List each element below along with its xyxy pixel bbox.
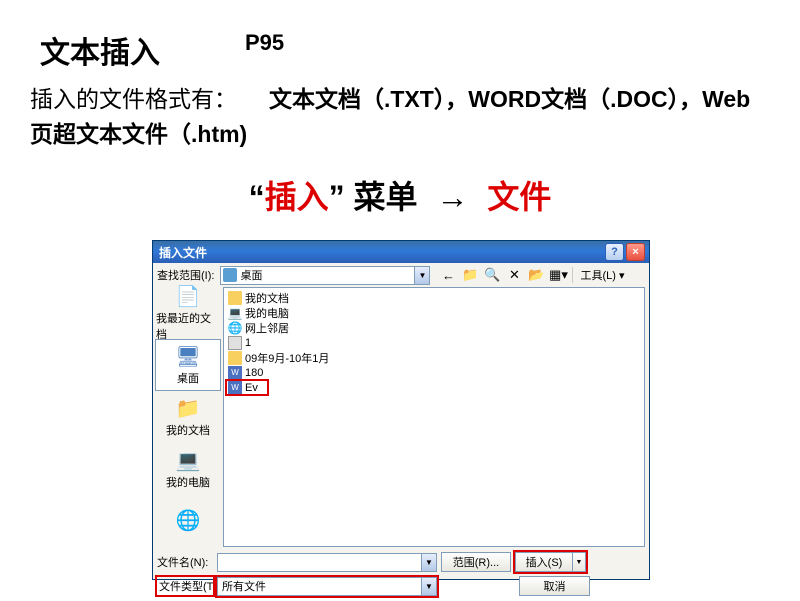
filename-label: 文件名(N): <box>157 554 213 570</box>
place-recent[interactable]: 📄 我最近的文档 <box>155 287 221 339</box>
insert-button[interactable]: 插入(S) ▼ <box>515 552 586 572</box>
dialog-body: 查找范围(I): 桌面 ▼ ← 📁 🔍 ✕ 📂 ▦▾ 工具(L) ▾ 📄 我最近… <box>153 263 649 579</box>
network-icon: 🌐 <box>228 321 242 335</box>
filetype-row: 文件类型(T): 所有文件 ▼ 取消 <box>157 574 645 598</box>
bottom-controls: 文件名(N): ▼ 范围(R)... 插入(S) ▼ 文件类型(T): 所有文件… <box>153 547 649 601</box>
network-icon: 🌐 <box>174 508 202 532</box>
page-ref: P95 <box>245 30 284 56</box>
desktop-place-icon: 🖥 <box>174 344 202 368</box>
file-item[interactable]: 🌐网上邻居 <box>226 320 642 335</box>
folder-icon <box>228 351 242 365</box>
views-button[interactable]: ▦▾ <box>548 265 568 285</box>
place-computer[interactable]: 💻 我的电脑 <box>155 443 221 495</box>
file-item[interactable]: 我的文档 <box>226 290 642 305</box>
help-button[interactable]: ? <box>605 243 624 261</box>
recent-icon: 📄 <box>174 284 202 308</box>
delete-button[interactable]: ✕ <box>504 265 524 285</box>
file-item[interactable]: 1 <box>226 335 642 350</box>
cancel-button[interactable]: 取消 <box>519 576 590 596</box>
back-button[interactable]: ← <box>438 265 458 285</box>
file-item[interactable]: W180 <box>226 365 642 380</box>
txt-icon <box>228 336 242 350</box>
dropdown-arrow-icon: ▼ <box>421 578 436 595</box>
place-label: 我的电脑 <box>166 474 210 490</box>
menu-label: 菜单 <box>354 179 418 215</box>
place-desktop[interactable]: 🖥 桌面 <box>155 339 221 391</box>
computer-icon: 💻 <box>174 448 202 472</box>
close-button[interactable]: × <box>626 243 645 261</box>
doc-icon: W <box>228 366 242 380</box>
dropdown-arrow-icon: ▼ <box>421 554 436 571</box>
desc-prefix: 插入的文件格式有： <box>30 86 237 112</box>
places-bar: 📄 我最近的文档 🖥 桌面 📁 我的文档 💻 我的电脑 🌐 <box>153 287 223 547</box>
place-label: 桌面 <box>177 370 199 386</box>
arrow-icon: → <box>436 179 468 215</box>
toolbar: 查找范围(I): 桌面 ▼ ← 📁 🔍 ✕ 📂 ▦▾ 工具(L) ▾ <box>153 263 649 287</box>
range-button[interactable]: 范围(R)... <box>441 552 511 572</box>
newfolder-button[interactable]: 📂 <box>526 265 546 285</box>
folder-icon: 📁 <box>174 396 202 420</box>
insert-dropdown-icon[interactable]: ▼ <box>573 552 586 572</box>
up-button[interactable]: 📁 <box>460 265 480 285</box>
file-list[interactable]: 我的文档 💻我的电脑 🌐网上邻居 1 09年9月-10年1月 W180 WEv <box>223 287 645 547</box>
place-mydocs[interactable]: 📁 我的文档 <box>155 391 221 443</box>
filetype-dropdown[interactable]: 所有文件 ▼ <box>217 577 437 596</box>
tools-menu[interactable]: 工具(L) ▾ <box>577 267 627 283</box>
file-item[interactable]: 💻我的电脑 <box>226 305 642 320</box>
quote-left: “ <box>249 179 265 215</box>
search-button[interactable]: 🔍 <box>482 265 502 285</box>
menu-file: 文件 <box>487 179 551 215</box>
filename-row: 文件名(N): ▼ 范围(R)... 插入(S) ▼ <box>157 550 645 574</box>
doc-icon: W <box>228 381 242 395</box>
file-item[interactable]: 09年9月-10年1月 <box>226 350 642 365</box>
filetype-value: 所有文件 <box>222 578 266 594</box>
main-area: 📄 我最近的文档 🖥 桌面 📁 我的文档 💻 我的电脑 🌐 <box>153 287 649 547</box>
file-item-highlighted[interactable]: WEv <box>226 380 268 395</box>
computer-icon: 💻 <box>228 306 242 320</box>
menu-insert: 插入 <box>265 179 329 215</box>
lookin-dropdown[interactable]: 桌面 ▼ <box>220 266 430 285</box>
lookin-value: 桌面 <box>240 267 262 283</box>
filename-input[interactable]: ▼ <box>217 553 437 572</box>
insert-button-main[interactable]: 插入(S) <box>515 552 573 572</box>
place-label: 我的文档 <box>166 422 210 438</box>
place-label: 我最近的文档 <box>156 310 220 342</box>
slide-title: 文本插入 <box>40 28 160 72</box>
filetype-label: 文件类型(T): <box>157 577 213 595</box>
folder-icon <box>228 291 242 305</box>
description: 插入的文件格式有： 文本文档（.TXT），WORD文档（.DOC），Web页超文… <box>30 82 770 151</box>
insert-file-dialog: 插入文件 ? × 查找范围(I): 桌面 ▼ ← 📁 🔍 ✕ 📂 ▦▾ 工具(L… <box>152 240 650 580</box>
dialog-title: 插入文件 <box>159 244 603 261</box>
dialog-titlebar[interactable]: 插入文件 ? × <box>153 241 649 263</box>
separator <box>572 267 573 283</box>
dropdown-arrow-icon: ▼ <box>414 267 429 284</box>
quote-right: ” <box>329 179 345 215</box>
place-network[interactable]: 🌐 <box>155 495 221 547</box>
menu-path: “插入” 菜单 → 文件 <box>0 172 800 218</box>
desktop-icon <box>223 268 237 282</box>
lookin-label: 查找范围(I): <box>157 267 214 283</box>
